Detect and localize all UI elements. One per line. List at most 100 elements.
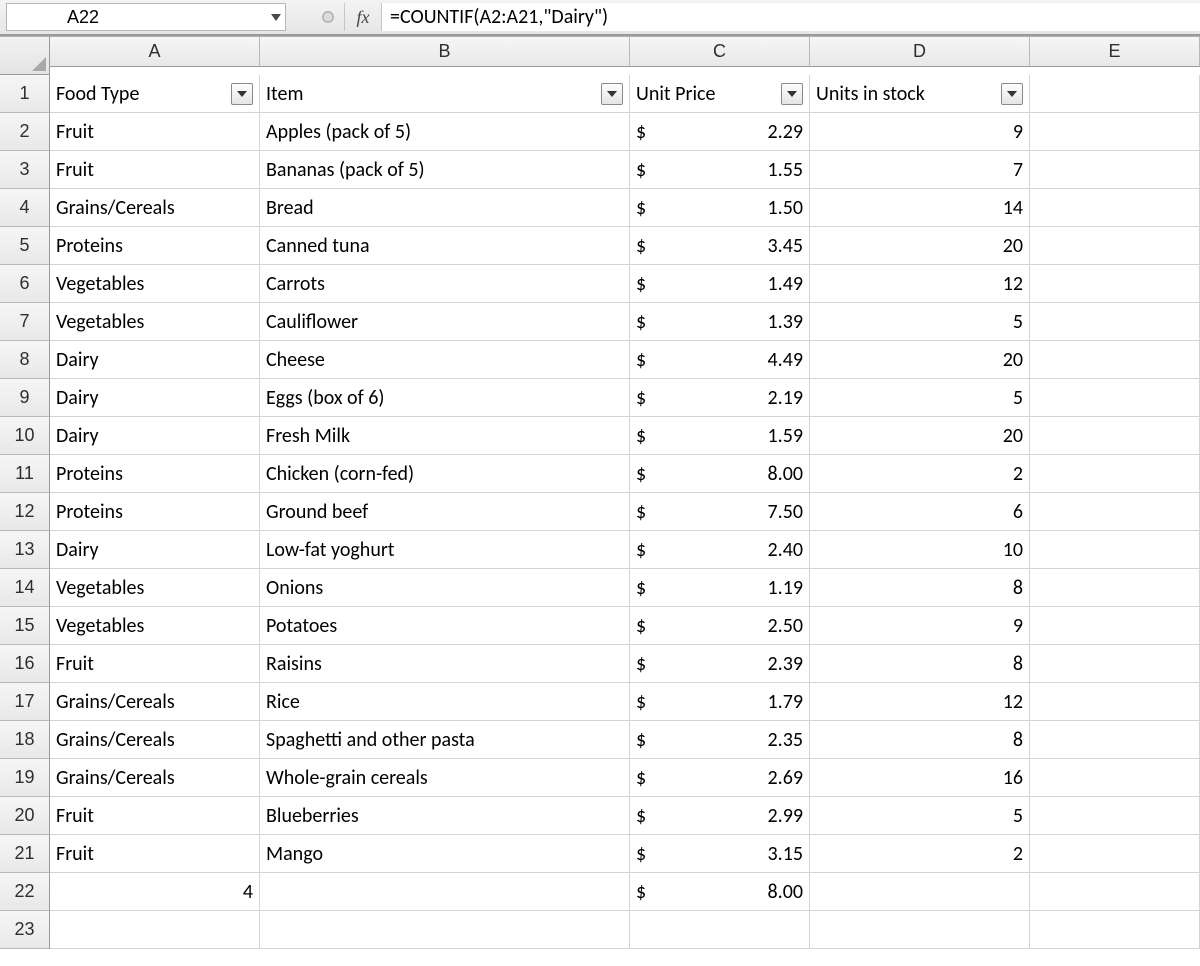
cell-A14[interactable]: Vegetables bbox=[50, 569, 260, 607]
cell-E12[interactable] bbox=[1030, 493, 1200, 531]
row-header-22[interactable]: 22 bbox=[0, 873, 50, 911]
chevron-down-icon[interactable] bbox=[271, 14, 281, 21]
cell-C13[interactable]: $2.40 bbox=[630, 531, 810, 569]
cell-C10[interactable]: $1.59 bbox=[630, 417, 810, 455]
row-header-11[interactable]: 11 bbox=[0, 455, 50, 493]
column-header-E[interactable]: E bbox=[1030, 37, 1200, 67]
cell-E7[interactable] bbox=[1030, 303, 1200, 341]
cell-E22[interactable] bbox=[1030, 873, 1200, 911]
formula-input[interactable]: =COUNTIF(A2:A21,"Dairy") bbox=[382, 3, 1200, 31]
cell-E1[interactable] bbox=[1030, 75, 1200, 113]
cell-B19[interactable]: Whole-grain cereals bbox=[260, 759, 630, 797]
cell-A8[interactable]: Dairy bbox=[50, 341, 260, 379]
cell-C14[interactable]: $1.19 bbox=[630, 569, 810, 607]
cell-C7[interactable]: $1.39 bbox=[630, 303, 810, 341]
cell-D11[interactable]: 2 bbox=[810, 455, 1030, 493]
cell-B2[interactable]: Apples (pack of 5) bbox=[260, 113, 630, 151]
row-header-15[interactable]: 15 bbox=[0, 607, 50, 645]
cell-C19[interactable]: $2.69 bbox=[630, 759, 810, 797]
cell-B16[interactable]: Raisins bbox=[260, 645, 630, 683]
cell-D12[interactable]: 6 bbox=[810, 493, 1030, 531]
select-all-corner[interactable] bbox=[0, 37, 50, 75]
cell-B9[interactable]: Eggs (box of 6) bbox=[260, 379, 630, 417]
row-header-16[interactable]: 16 bbox=[0, 645, 50, 683]
cell-D7[interactable]: 5 bbox=[810, 303, 1030, 341]
cell-E8[interactable] bbox=[1030, 341, 1200, 379]
row-header-17[interactable]: 17 bbox=[0, 683, 50, 721]
filter-button-unit-price[interactable] bbox=[781, 83, 803, 105]
cell-E5[interactable] bbox=[1030, 227, 1200, 265]
cell-E2[interactable] bbox=[1030, 113, 1200, 151]
cell-A9[interactable]: Dairy bbox=[50, 379, 260, 417]
cell-B17[interactable]: Rice bbox=[260, 683, 630, 721]
filter-button-food-type[interactable] bbox=[231, 83, 253, 105]
cell-A11[interactable]: Proteins bbox=[50, 455, 260, 493]
cell-D10[interactable]: 20 bbox=[810, 417, 1030, 455]
column-header-D[interactable]: D bbox=[810, 37, 1030, 67]
cell-D23[interactable] bbox=[810, 911, 1030, 949]
cell-B3[interactable]: Bananas (pack of 5) bbox=[260, 151, 630, 189]
cell-E6[interactable] bbox=[1030, 265, 1200, 303]
cell-E4[interactable] bbox=[1030, 189, 1200, 227]
cell-E9[interactable] bbox=[1030, 379, 1200, 417]
cell-C17[interactable]: $1.79 bbox=[630, 683, 810, 721]
row-header-2[interactable]: 2 bbox=[0, 113, 50, 151]
header-cell-units-stock[interactable]: Units in stock bbox=[810, 75, 1030, 113]
cell-C20[interactable]: $2.99 bbox=[630, 797, 810, 835]
cell-A4[interactable]: Grains/Cereals bbox=[50, 189, 260, 227]
row-header-12[interactable]: 12 bbox=[0, 493, 50, 531]
header-cell-item[interactable]: Item bbox=[260, 75, 630, 113]
cell-B4[interactable]: Bread bbox=[260, 189, 630, 227]
row-header-9[interactable]: 9 bbox=[0, 379, 50, 417]
cell-A19[interactable]: Grains/Cereals bbox=[50, 759, 260, 797]
cell-E15[interactable] bbox=[1030, 607, 1200, 645]
cell-C18[interactable]: $2.35 bbox=[630, 721, 810, 759]
cell-A21[interactable]: Fruit bbox=[50, 835, 260, 873]
filter-button-units-stock[interactable] bbox=[1001, 83, 1023, 105]
cell-A2[interactable]: Fruit bbox=[50, 113, 260, 151]
cell-B23[interactable] bbox=[260, 911, 630, 949]
cell-D5[interactable]: 20 bbox=[810, 227, 1030, 265]
cell-B11[interactable]: Chicken (corn-fed) bbox=[260, 455, 630, 493]
cell-C15[interactable]: $2.50 bbox=[630, 607, 810, 645]
row-header-18[interactable]: 18 bbox=[0, 721, 50, 759]
cell-E14[interactable] bbox=[1030, 569, 1200, 607]
header-cell-food-type[interactable]: Food Type bbox=[50, 75, 260, 113]
cell-B6[interactable]: Carrots bbox=[260, 265, 630, 303]
row-header-14[interactable]: 14 bbox=[0, 569, 50, 607]
cell-A20[interactable]: Fruit bbox=[50, 797, 260, 835]
insert-function-button[interactable]: fx bbox=[345, 3, 382, 31]
cell-D17[interactable]: 12 bbox=[810, 683, 1030, 721]
cell-A3[interactable]: Fruit bbox=[50, 151, 260, 189]
cell-D4[interactable]: 14 bbox=[810, 189, 1030, 227]
cell-A16[interactable]: Fruit bbox=[50, 645, 260, 683]
cell-E13[interactable] bbox=[1030, 531, 1200, 569]
cell-E20[interactable] bbox=[1030, 797, 1200, 835]
filter-button-item[interactable] bbox=[601, 83, 623, 105]
row-header-21[interactable]: 21 bbox=[0, 835, 50, 873]
cell-A23[interactable] bbox=[50, 911, 260, 949]
cell-C23[interactable] bbox=[630, 911, 810, 949]
cell-D14[interactable]: 8 bbox=[810, 569, 1030, 607]
cell-D21[interactable]: 2 bbox=[810, 835, 1030, 873]
cell-E23[interactable] bbox=[1030, 911, 1200, 949]
name-box[interactable]: A22 bbox=[6, 3, 286, 31]
cell-C3[interactable]: $1.55 bbox=[630, 151, 810, 189]
cell-B14[interactable]: Onions bbox=[260, 569, 630, 607]
cell-E10[interactable] bbox=[1030, 417, 1200, 455]
row-header-10[interactable]: 10 bbox=[0, 417, 50, 455]
cell-E11[interactable] bbox=[1030, 455, 1200, 493]
cell-D2[interactable]: 9 bbox=[810, 113, 1030, 151]
cell-D6[interactable]: 12 bbox=[810, 265, 1030, 303]
row-header-3[interactable]: 3 bbox=[0, 151, 50, 189]
row-header-1[interactable]: 1 bbox=[0, 75, 50, 113]
cell-B20[interactable]: Blueberries bbox=[260, 797, 630, 835]
cell-E17[interactable] bbox=[1030, 683, 1200, 721]
cell-D9[interactable]: 5 bbox=[810, 379, 1030, 417]
cell-A17[interactable]: Grains/Cereals bbox=[50, 683, 260, 721]
column-header-A[interactable]: A bbox=[50, 37, 260, 67]
cell-C12[interactable]: $7.50 bbox=[630, 493, 810, 531]
cell-C9[interactable]: $2.19 bbox=[630, 379, 810, 417]
column-header-C[interactable]: C bbox=[630, 37, 810, 67]
cancel-formula-icon[interactable] bbox=[312, 3, 345, 31]
